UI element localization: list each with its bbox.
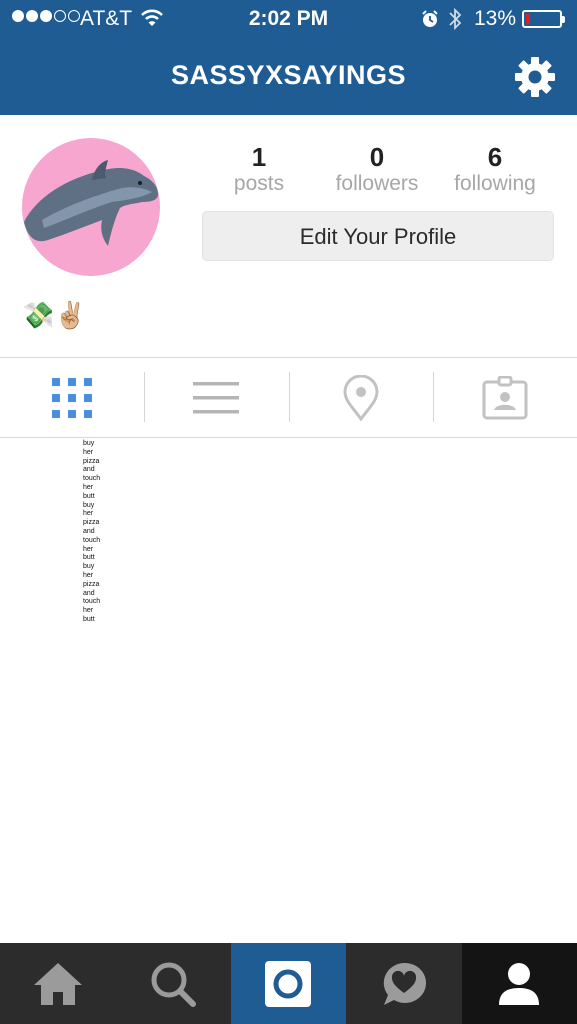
post-text-word: buy (83, 440, 95, 447)
profile-avatar[interactable] (22, 138, 160, 276)
post-text-word: and (83, 466, 95, 474)
post-text-word: her (83, 510, 94, 518)
stat-label: followers (335, 172, 419, 195)
list-icon (193, 382, 240, 414)
location-pin-icon (343, 375, 379, 421)
camera-icon (265, 960, 312, 1007)
grid-icon (52, 378, 93, 418)
tab-list-view[interactable] (144, 358, 288, 438)
profile-view-tabs (0, 357, 577, 438)
post-text-word: buy (83, 563, 95, 571)
gear-icon[interactable] (514, 56, 556, 98)
post-thumbnail[interactable]: buy her pizza and touch her butt buy her pizza and… (83, 440, 123, 625)
app-header: AT&T 2:02 PM 13% SASSYXSAYINGS (0, 0, 577, 115)
post-text-word: butt (83, 554, 95, 562)
battery-percent: 13% (474, 7, 517, 30)
tab-grid-view[interactable] (0, 358, 144, 438)
nav-search[interactable] (115, 943, 230, 1024)
battery-icon (522, 10, 565, 28)
stat-label: posts (233, 172, 285, 195)
post-text-word: her (83, 607, 94, 615)
post-text-word: butt (83, 492, 95, 500)
heart-bubble-icon (383, 962, 426, 1005)
person-icon (499, 962, 540, 1005)
post-text-word: her (83, 545, 94, 553)
stat-followers[interactable]: 0 followers (318, 142, 436, 196)
post-text-word: her (83, 571, 94, 579)
post-text-word: her (83, 483, 94, 491)
nav-camera[interactable] (230, 943, 347, 1024)
nav-home[interactable] (0, 943, 115, 1024)
dolphin-image (24, 160, 158, 246)
stat-value: 1 (251, 142, 267, 172)
post-text-word: her (83, 448, 94, 456)
post-text-word: and (83, 527, 95, 535)
post-text-word: buy (83, 501, 95, 509)
profile-bio: 💸✌🏼 (22, 300, 87, 330)
alarm-clock-icon (422, 10, 438, 27)
bluetooth-icon (449, 7, 462, 31)
post-text-word: touch (83, 475, 101, 483)
post-text-word: and (83, 589, 95, 597)
edit-profile-button[interactable]: Edit Your Profile (202, 211, 554, 261)
post-text-word: touch (83, 536, 101, 544)
stat-posts[interactable]: 1 posts (200, 142, 318, 196)
status-bar: AT&T 2:02 PM 13% (0, 0, 577, 38)
post-text-word: pizza (83, 457, 100, 465)
stat-value: 0 (369, 142, 385, 172)
post-text-word: pizza (83, 519, 100, 527)
home-icon (33, 962, 82, 1005)
nav-activity[interactable] (346, 943, 461, 1024)
bottom-navigation (0, 943, 577, 1024)
stat-following[interactable]: 6 following (436, 142, 554, 196)
profile-stats: 1 posts 0 followers 6 following (200, 142, 555, 196)
search-icon (151, 962, 197, 1007)
post-text-word: butt (83, 615, 95, 623)
stat-label: following (454, 172, 536, 195)
nav-profile[interactable] (461, 943, 577, 1024)
battery-level-fill (526, 14, 530, 24)
post-text-word: touch (83, 598, 101, 606)
tagged-person-icon (482, 376, 528, 420)
tab-photo-map[interactable] (288, 358, 433, 438)
tab-tagged-photos[interactable] (432, 358, 577, 438)
post-text-word: pizza (83, 580, 100, 588)
stat-value: 6 (487, 142, 503, 172)
profile-username-title: SASSYXSAYINGS (170, 60, 407, 90)
